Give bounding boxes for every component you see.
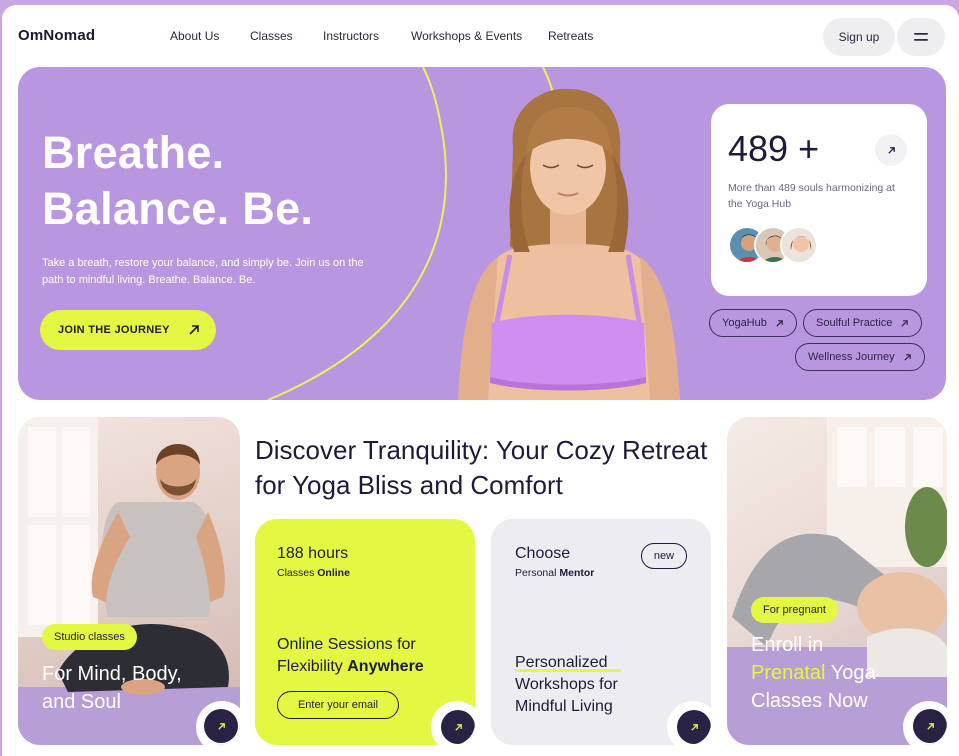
souls-description: More than 489 souls harmonizing at the Y…	[728, 182, 895, 210]
arrow-up-right-icon	[217, 722, 225, 730]
hero-title: Breathe. Balance. Be.	[42, 125, 313, 237]
hero-title-line-2: Balance. Be.	[42, 183, 314, 234]
arrow-up-right-icon	[926, 722, 934, 730]
body-line-2: Workshops for	[515, 676, 618, 693]
prenatal-caption: Enroll in Prenatal Yoga Classes Now	[751, 631, 876, 715]
label-bold: Online	[317, 567, 350, 579]
body-line-1: Personalized	[515, 654, 608, 671]
page: OmNomad About Us Classes Instructors Wor…	[2, 5, 959, 756]
body-line-2: Flexibility Anywhere	[277, 656, 424, 678]
sign-up-button[interactable]: Sign up	[823, 18, 895, 56]
nav-link-about-us[interactable]: About Us	[170, 29, 219, 43]
souls-stat-card: 489 + More than 489 souls harmonizing at…	[711, 104, 927, 296]
caption-accent: Prenatal	[751, 662, 826, 684]
arrow-up-right-icon	[887, 146, 895, 154]
caption-line-1: For Mind, Body,	[42, 663, 182, 685]
body-line-1: Online Sessions for	[277, 636, 416, 653]
pill-soulful-practice[interactable]: Soulful Practice	[803, 309, 923, 337]
arrow-up-right-icon	[690, 723, 698, 731]
stat-arrow-button[interactable]	[875, 134, 907, 166]
nav-link-workshops-events[interactable]: Workshops & Events	[411, 29, 522, 43]
body-line-3: Mindful Living	[515, 698, 613, 715]
avatar-group	[728, 226, 828, 266]
enter-email-button[interactable]: Enter your email	[277, 691, 399, 719]
pill-label: Soulful Practice	[816, 317, 893, 329]
prenatal-arrow-button[interactable]	[913, 709, 947, 743]
studio-classes-arrow-button[interactable]	[204, 709, 238, 743]
studio-classes-caption: For Mind, Body, and Soul	[42, 660, 182, 716]
pill-wellness-journey[interactable]: Wellness Journey	[795, 343, 925, 371]
classes-online-label: Classes Online	[277, 567, 350, 579]
arrow-up-right-icon	[189, 325, 199, 335]
label-bold: Mentor	[559, 567, 595, 579]
prenatal-yoga-card[interactable]: For pregnant Enroll in Prenatal Yoga Cla…	[727, 417, 947, 745]
personal-mentor-card[interactable]: Choose Personal Mentor new Personalized …	[491, 519, 711, 745]
caption-line-3: Classes Now	[751, 690, 868, 712]
pill-label: Wellness Journey	[808, 351, 895, 363]
arrow-up-right-icon	[901, 319, 909, 327]
online-sessions-arrow-button[interactable]	[441, 710, 475, 744]
discover-heading: Discover Tranquility: Your Cozy Retreat …	[255, 435, 708, 500]
hours-value: 188 hours	[277, 545, 349, 562]
new-badge: new	[641, 543, 687, 569]
pill-yogahub[interactable]: YogaHub	[709, 309, 797, 337]
caption-line-2: and Soul	[42, 691, 121, 713]
join-button-label: JOIN THE JOURNEY	[58, 324, 170, 336]
caption-rest: Yoga	[825, 662, 876, 684]
join-the-journey-button[interactable]: JOIN THE JOURNEY	[40, 310, 216, 350]
caption-line-2: Prenatal Yoga	[751, 659, 876, 687]
arrow-up-right-icon	[454, 723, 462, 731]
nav-link-instructors[interactable]: Instructors	[323, 29, 379, 43]
hero-banner: Breathe. Balance. Be. Take a breath, res…	[18, 67, 946, 400]
body-line-2-bold: Anywhere	[347, 658, 424, 675]
mentor-arrow-button[interactable]	[677, 710, 711, 744]
hero-title-line-1: Breathe.	[42, 127, 225, 178]
label-prefix: Personal	[515, 567, 560, 579]
arrow-up-right-icon	[904, 353, 911, 361]
choose-title: Choose	[515, 545, 571, 562]
hero-description: Take a breath, restore your balance, and…	[42, 257, 364, 286]
body-line-2-plain: Flexibility	[277, 658, 348, 675]
yoga-woman-photo	[458, 88, 680, 400]
caption-line-1: Enroll in	[751, 634, 824, 656]
souls-count: 489 +	[728, 128, 820, 169]
pill-label: YogaHub	[722, 317, 767, 329]
for-pregnant-tag: For pregnant	[751, 597, 838, 623]
nav-link-retreats[interactable]: Retreats	[548, 29, 593, 43]
studio-classes-card[interactable]: Studio classes For Mind, Body, and Soul	[18, 417, 240, 745]
arrow-up-right-icon	[776, 319, 783, 327]
label-prefix: Classes	[277, 567, 318, 579]
studio-classes-tag: Studio classes	[42, 624, 137, 650]
personal-mentor-label: Personal Mentor	[515, 567, 594, 579]
online-sessions-card[interactable]: 188 hours Classes Online Online Sessions…	[255, 519, 475, 745]
nav-link-classes[interactable]: Classes	[250, 29, 293, 43]
workshops-text: Personalized Workshops for Mindful Livin…	[515, 652, 618, 718]
online-sessions-text: Online Sessions for Flexibility Anywhere	[277, 634, 424, 678]
menu-button[interactable]	[897, 18, 945, 56]
hamburger-menu-icon	[914, 33, 928, 41]
brand-logo[interactable]: OmNomad	[18, 27, 95, 44]
avatar	[780, 226, 818, 264]
